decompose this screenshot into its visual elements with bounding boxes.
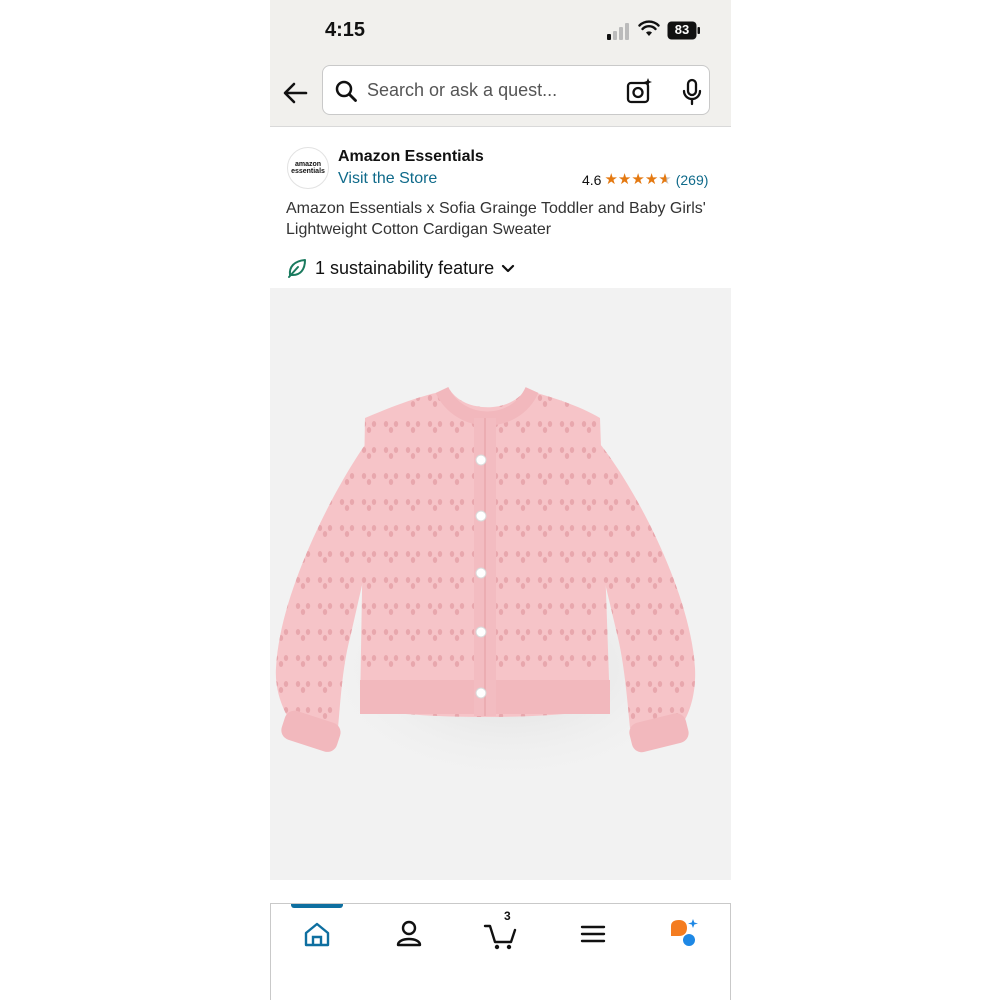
- product-image[interactable]: [270, 288, 731, 880]
- search-input[interactable]: [367, 77, 607, 103]
- menu-icon[interactable]: [573, 914, 613, 954]
- status-time: 4:15: [325, 19, 366, 41]
- status-bar: 4:15 83: [270, 0, 731, 60]
- rating-count: (269): [675, 172, 709, 188]
- camera-lens-icon[interactable]: [626, 77, 654, 105]
- chevron-down-icon: [502, 264, 515, 273]
- battery-level: 83: [674, 22, 690, 37]
- cart-icon[interactable]: [481, 914, 521, 954]
- home-icon[interactable]: [297, 914, 337, 954]
- half-star-icon: ★: [658, 171, 672, 188]
- bottom-tab-bar: [270, 903, 731, 1000]
- star-icon: ★: [604, 171, 618, 188]
- wifi-icon: [638, 20, 660, 36]
- battery-icon: 83: [667, 21, 701, 40]
- product-title: Amazon Essentials x Sofia Grainge Toddle…: [286, 200, 706, 238]
- rating-summary[interactable]: 4.6 ★ ★ ★ ★ ★ (269): [582, 171, 708, 189]
- search-header: [270, 60, 731, 127]
- rufus-assistant-icon[interactable]: [665, 914, 705, 954]
- star-icon: ★: [617, 171, 632, 188]
- active-tab-indicator: [291, 904, 343, 908]
- cart-count-badge: 3: [504, 909, 511, 923]
- brand-logo-text: essentials: [291, 168, 325, 175]
- visit-store-link[interactable]: Visit the Store: [338, 170, 437, 188]
- back-arrow-icon[interactable]: [280, 77, 312, 109]
- sustainability-label: 1 sustainability feature: [315, 257, 495, 278]
- search-box[interactable]: [322, 65, 710, 115]
- cellular-signal-icon: [607, 23, 629, 40]
- brand-logo[interactable]: amazon essentials: [287, 147, 329, 189]
- phone-screen: 4:15 83 Search or ask a quest... amazon …: [270, 0, 731, 1000]
- account-icon[interactable]: [389, 914, 429, 954]
- pink-cardigan-photo: [275, 386, 710, 788]
- star-rating: ★ ★ ★ ★ ★: [604, 172, 671, 188]
- star-icon: ★: [644, 171, 659, 188]
- brand-logo-text: amazon: [294, 161, 322, 168]
- search-icon: [335, 80, 357, 102]
- microphone-icon[interactable]: [680, 78, 704, 106]
- sustainability-feature-toggle[interactable]: 1 sustainability feature: [286, 256, 516, 280]
- brand-row: amazon essentials Amazon Essentials Visi…: [270, 140, 731, 194]
- brand-name: Amazon Essentials: [338, 148, 484, 165]
- star-icon: ★: [631, 171, 645, 188]
- rating-value: 4.6: [582, 172, 602, 188]
- leaf-icon: [288, 259, 306, 278]
